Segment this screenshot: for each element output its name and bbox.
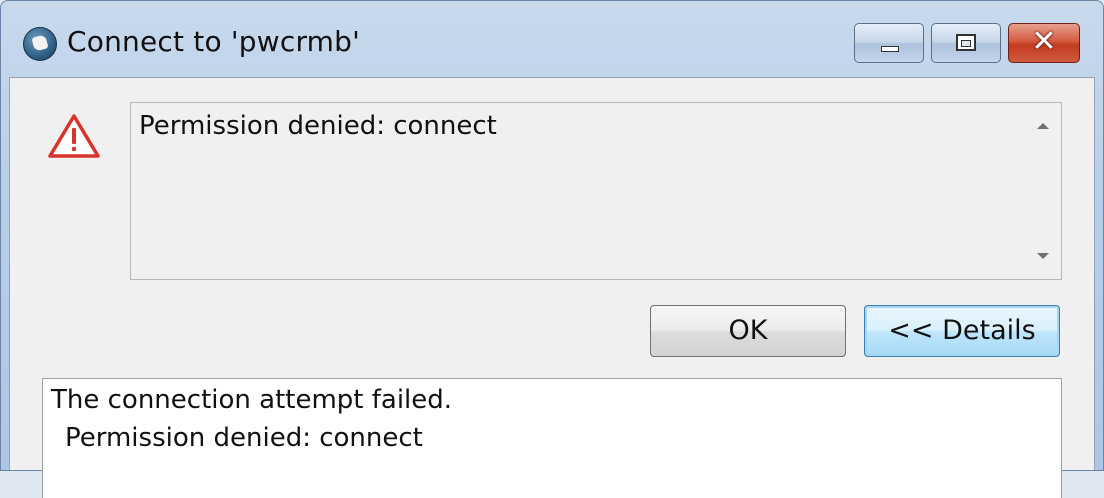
maximize-icon [956,34,976,51]
details-button[interactable]: << Details [864,305,1060,357]
message-box[interactable]: Permission denied: connect [130,102,1062,280]
title-bar[interactable]: Connect to 'pwcrmb' ✕ [1,1,1103,87]
close-icon: ✕ [1031,24,1057,59]
warning-icon [48,114,100,158]
app-icon[interactable] [23,27,57,61]
details-line-2: Permission denied: connect [65,423,423,453]
details-text-area[interactable]: The connection attempt failed. Permissio… [42,378,1062,498]
window-title: Connect to 'pwcrmb' [67,25,361,58]
maximize-button[interactable] [931,23,1001,63]
scroll-up-icon[interactable] [1037,123,1049,129]
message-scrollbar[interactable] [1025,103,1061,279]
close-button[interactable]: ✕ [1008,23,1080,63]
dialog-client-area: Permission denied: connect OK << Details… [9,77,1095,498]
error-message: Permission denied: connect [139,111,497,141]
minimize-button[interactable] [854,23,924,63]
ok-button[interactable]: OK [650,305,846,357]
minimize-icon [881,46,899,52]
dialog-window: Connect to 'pwcrmb' ✕ Permission denied:… [0,0,1104,498]
details-line-1: The connection attempt failed. [51,385,453,415]
scroll-down-icon[interactable] [1037,253,1049,259]
